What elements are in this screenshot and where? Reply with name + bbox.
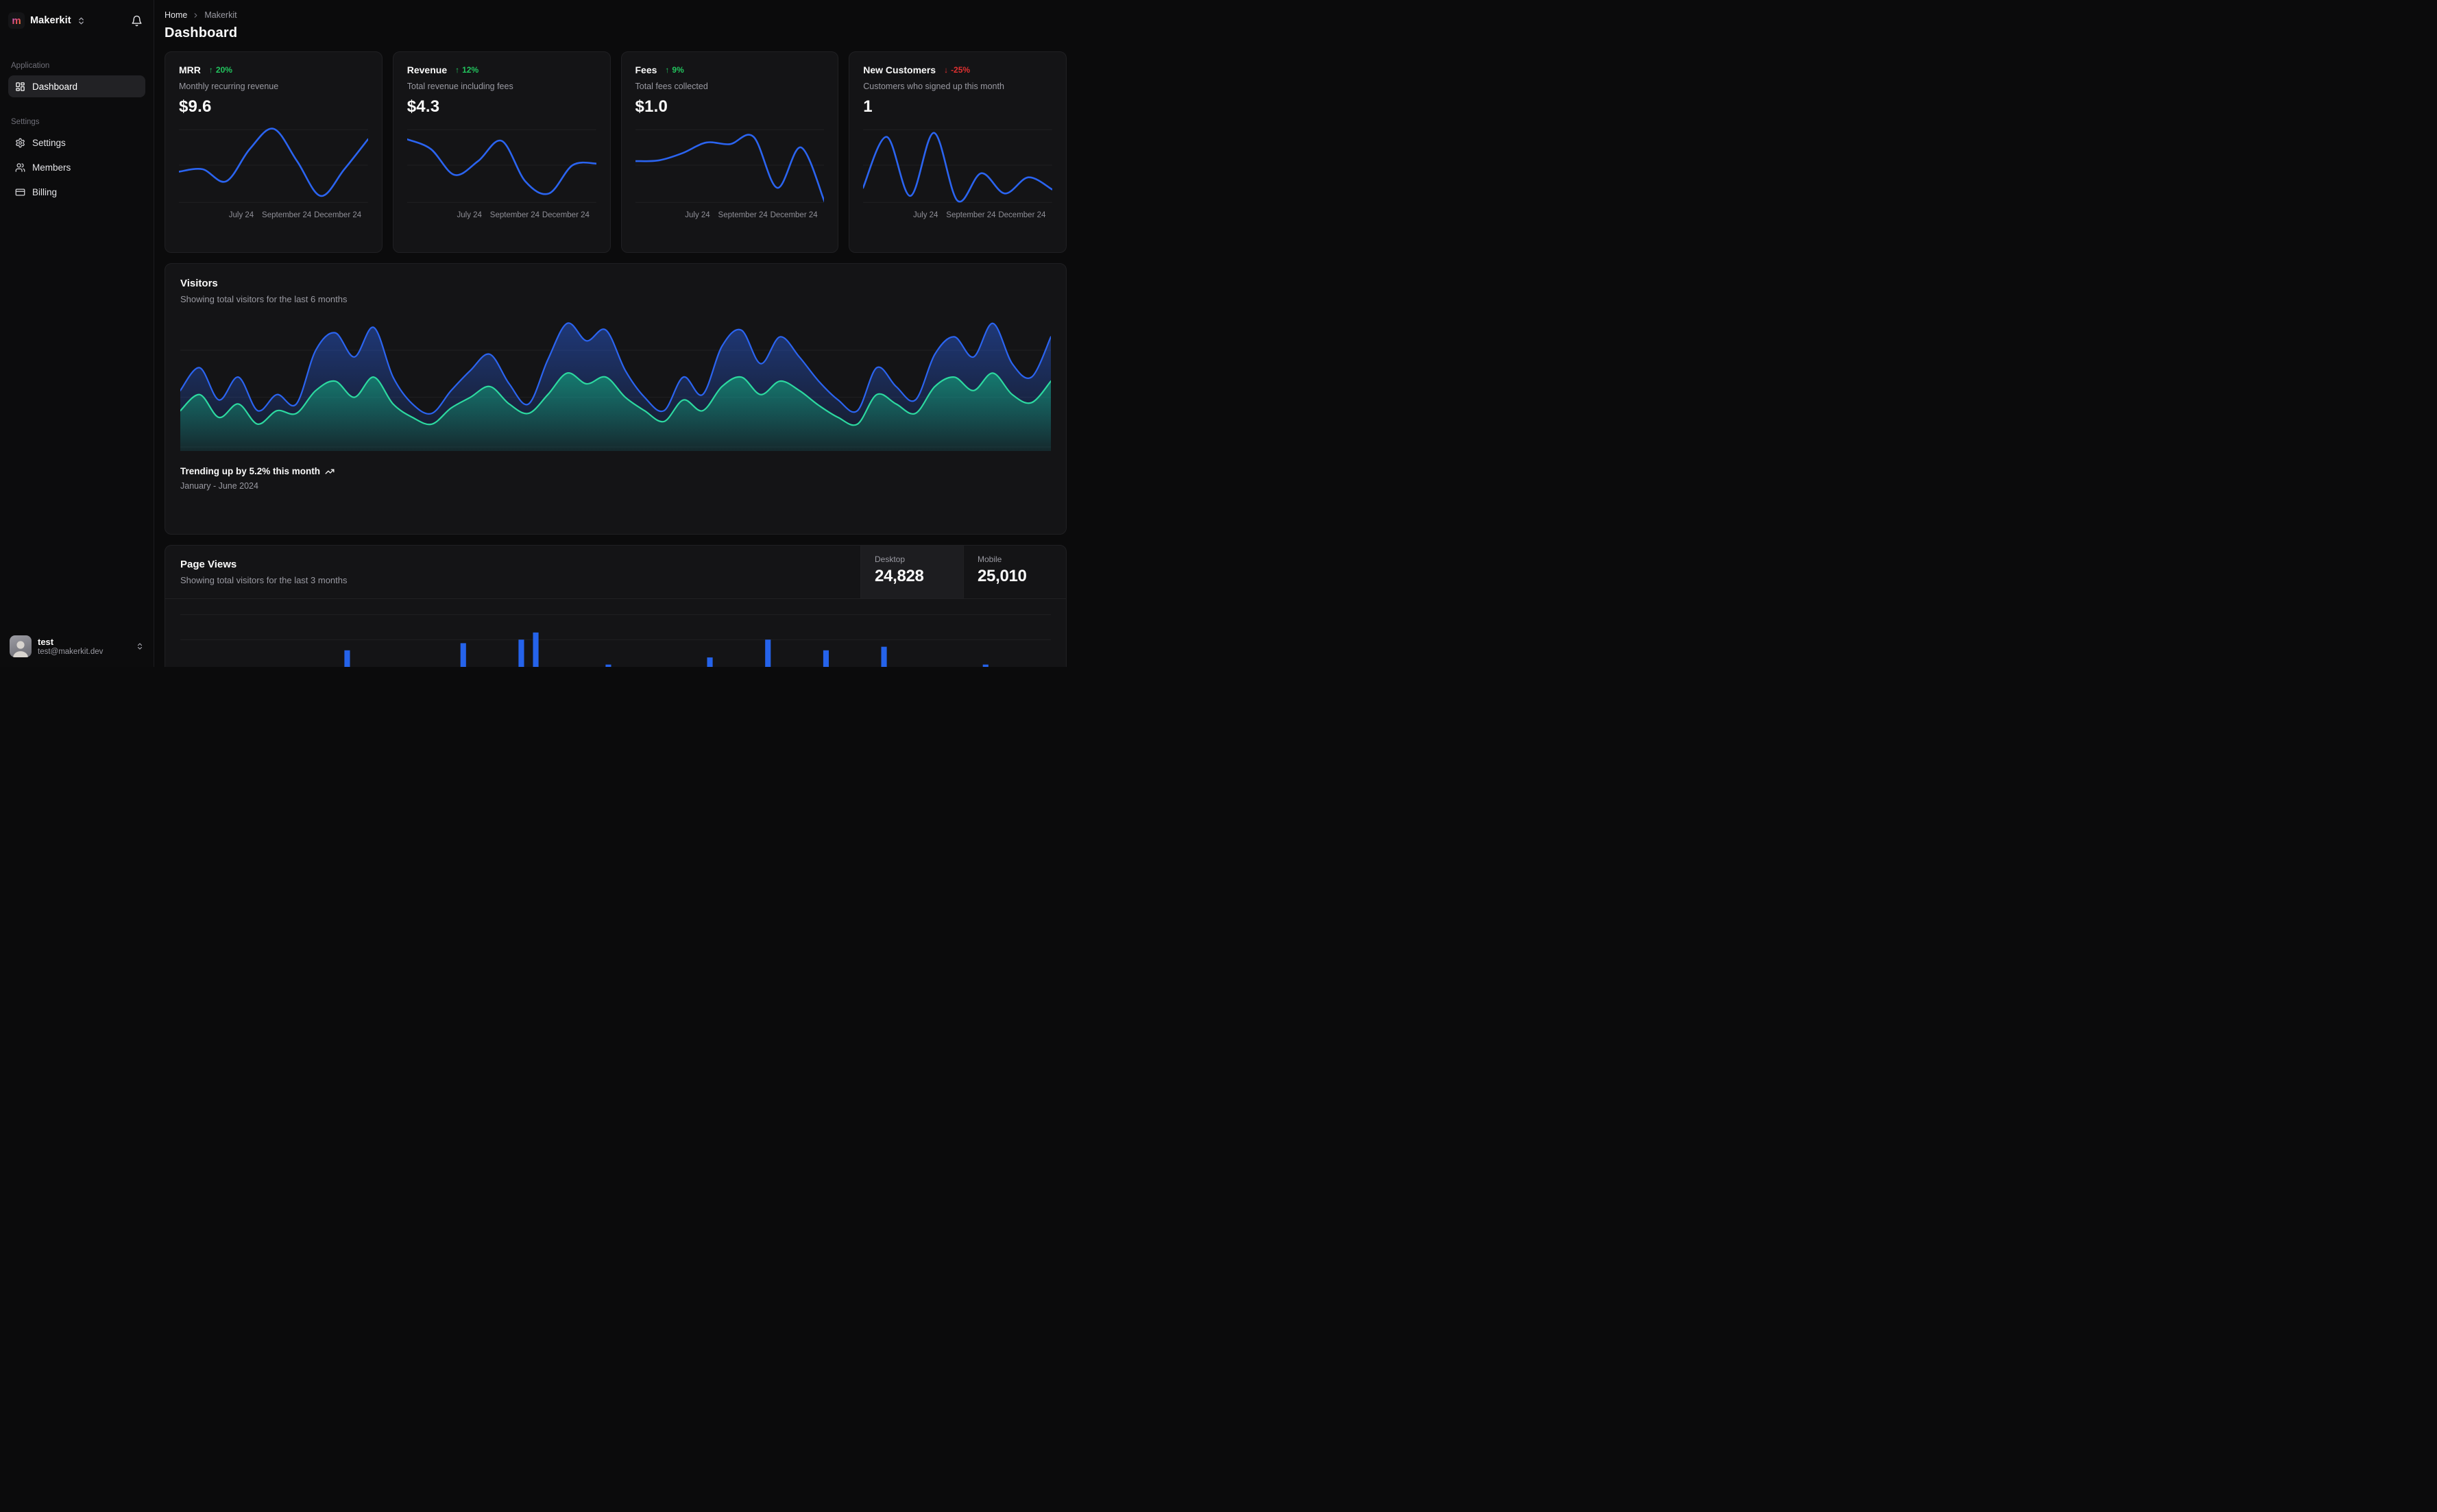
sidebar-item-label: Members [32,162,71,173]
main-content: Home Makerkit Dashboard MRR ↑ 20% Monthly… [154,0,1075,667]
page-views-card: Page Views Showing total visitors for th… [165,545,1067,667]
user-meta: test test@makerkit.dev [38,637,130,657]
visitors-card: Visitors Showing total visitors for the … [165,263,1067,535]
page-title: Dashboard [165,25,238,40]
breadcrumb-home-link[interactable]: Home [165,10,187,20]
notifications-button[interactable] [128,12,145,29]
x-tick: July 24 [913,211,938,219]
stat-change-badge: ↑ 20% [208,65,232,75]
tab-mobile[interactable]: Mobile 25,010 [963,546,1066,598]
arrow-up-icon: ↑ [208,65,213,75]
arrow-down-icon: ↓ [944,65,949,75]
stat-change-badge: ↓ -25% [944,65,971,75]
gear-icon [16,138,25,147]
arrow-up-icon: ↑ [455,65,460,75]
sidebar-item-settings[interactable]: Settings [8,132,145,154]
visitors-subtitle: Showing total visitors for the last 6 mo… [180,294,348,304]
sidebar-header: m Makerkit [8,8,145,33]
x-tick: December 24 [770,211,818,219]
sparkline-chart: July 24 September 24 December 24 [863,125,1052,243]
x-tick: December 24 [998,211,1046,219]
stat-card-new-customers: New Customers ↓ -25% Customers who signed… [849,51,1067,253]
makerkit-logo: m [8,12,25,29]
sidebar: m Makerkit Application Dashboard Setting… [0,0,154,667]
stat-cards-row: MRR ↑ 20% Monthly recurring revenue $9.6 … [165,51,1067,253]
x-axis-labels: July 24 September 24 December 24 [863,211,1052,222]
x-tick: December 24 [542,211,590,219]
tab-label: Mobile [978,554,1002,564]
tab-value: 25,010 [978,567,1027,585]
visitors-date-range: January - June 2024 [180,481,258,491]
x-tick: September 24 [489,211,540,219]
workspace-name: Makerkit [30,15,71,26]
stat-value: $4.3 [407,97,440,116]
page-views-header: Page Views Showing total visitors for th… [165,546,1066,599]
sidebar-item-label: Settings [32,137,66,148]
x-tick: September 24 [946,211,996,219]
user-name: test [38,636,54,647]
stat-card-fees: Fees ↑ 9% Total fees collected $1.0 July … [620,51,839,253]
stat-description: Total fees collected [635,82,708,91]
x-axis-labels: July 24 September 24 December 24 [407,211,596,222]
stat-value: $1.0 [635,97,668,116]
x-tick: September 24 [718,211,768,219]
page-views-title: Page Views [180,559,237,570]
dashboard-icon [16,82,25,91]
app-root: m Makerkit Application Dashboard Setting… [0,0,1075,667]
tab-label: Desktop [875,554,906,564]
x-axis-labels: July 24 September 24 December 24 [179,211,368,222]
stat-card-mrr: MRR ↑ 20% Monthly recurring revenue $9.6 … [165,51,383,253]
sidebar-item-billing[interactable]: Billing [8,181,145,203]
stat-description: Monthly recurring revenue [179,82,279,91]
stat-title: MRR [179,64,201,75]
avatar [10,635,32,657]
x-tick: July 24 [457,211,482,219]
stat-description: Total revenue including fees [407,82,513,91]
tab-desktop[interactable]: Desktop 24,828 [860,546,963,598]
x-tick: July 24 [685,211,710,219]
x-tick: July 24 [228,211,254,219]
user-menu[interactable]: test test@makerkit.dev [8,633,145,660]
users-icon [15,162,25,172]
arrow-up-icon: ↑ [665,65,670,75]
sidebar-item-label: Billing [32,186,58,197]
x-tick: December 24 [314,211,362,219]
chevron-right-icon [192,12,199,19]
stat-description: Customers who signed up this month [863,82,1004,91]
stat-title: New Customers [863,64,936,75]
stat-title: Fees [635,64,657,75]
trending-up-icon [325,468,335,474]
x-tick: September 24 [262,211,312,219]
user-email: test@makerkit.dev [38,647,104,656]
credit-card-icon [15,188,25,195]
chevrons-up-down-icon [78,17,84,24]
tab-value: 24,828 [875,567,924,585]
breadcrumb-current: Makerkit [204,10,237,20]
stat-value: $9.6 [179,97,212,116]
stat-card-revenue: Revenue ↑ 12% Total revenue including fee… [392,51,611,253]
visitors-area-chart [180,317,1051,451]
logo-letter: m [12,14,21,27]
page-views-bar-chart [180,600,1051,667]
sidebar-item-dashboard[interactable]: Dashboard [8,75,145,97]
breadcrumb: Home Makerkit [165,10,1067,21]
x-axis-labels: July 24 September 24 December 24 [635,211,825,222]
visitors-title: Visitors [180,278,218,289]
visitors-footer: Trending up by 5.2% this month [180,466,1051,476]
sparkline-chart: July 24 September 24 December 24 [407,125,596,243]
nav-section-settings: Settings [11,118,40,126]
page-views-subtitle: Showing total visitors for the last 3 mo… [180,575,348,585]
sidebar-item-members[interactable]: Members [8,156,145,178]
stat-title: Revenue [407,64,448,75]
nav-section-application: Application [11,62,50,70]
chevrons-up-down-icon [137,643,143,650]
sparkline-chart: July 24 September 24 December 24 [635,125,825,243]
sparkline-chart: July 24 September 24 December 24 [179,125,368,243]
workspace-switcher[interactable]: m Makerkit [8,12,128,29]
sidebar-item-label: Dashboard [32,81,78,92]
stat-change-badge: ↑ 9% [665,65,684,75]
stat-change-badge: ↑ 12% [455,65,479,75]
stat-value: 1 [863,97,873,116]
bell-icon [131,15,142,26]
